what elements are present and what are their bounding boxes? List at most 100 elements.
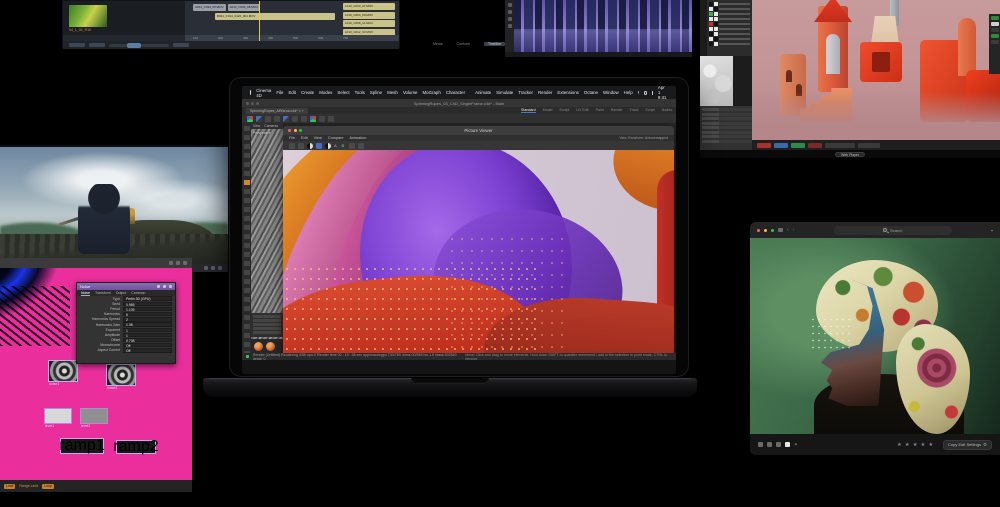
- param-row[interactable]: Seed 0.965: [77, 301, 175, 306]
- menu-item[interactable]: File: [289, 136, 295, 140]
- viewport-menu-item[interactable]: Cameras: [264, 124, 278, 128]
- toolbar-icon[interactable]: [319, 116, 325, 122]
- minimize-button[interactable]: [764, 229, 767, 232]
- layout-tab[interactable]: Render: [611, 108, 623, 113]
- render-button-stop[interactable]: [808, 143, 822, 148]
- grid-view-icon[interactable]: [778, 228, 783, 232]
- render-frame-field[interactable]: [858, 143, 880, 148]
- dialog-close-icon[interactable]: [169, 285, 172, 288]
- folder-icon[interactable]: [289, 143, 295, 149]
- scale-tool-icon[interactable]: [256, 116, 262, 122]
- layout-tab[interactable]: Script: [645, 108, 654, 113]
- wifi-icon[interactable]: [638, 91, 639, 95]
- menu-item[interactable]: Mesh: [387, 90, 398, 95]
- layout-tab[interactable]: Model: [543, 108, 553, 113]
- menu-item[interactable]: Character: [446, 90, 465, 95]
- menu-item[interactable]: Edit: [301, 136, 308, 140]
- param-value-field[interactable]: 0.708: [123, 338, 172, 342]
- timeline-zoom-slider[interactable]: [109, 44, 169, 47]
- render-icon[interactable]: [283, 116, 289, 122]
- panel-chip[interactable]: [991, 16, 999, 20]
- param-value-field[interactable]: 1: [123, 328, 172, 332]
- tool-icon[interactable]: [508, 24, 512, 28]
- param-value-field[interactable]: 2: [123, 317, 172, 321]
- search-icon[interactable]: [644, 91, 647, 95]
- game-scene[interactable]: [0, 147, 228, 264]
- menu-item[interactable]: Animate: [475, 90, 491, 95]
- param-row[interactable]: Type Perlin 3D (GPU): [77, 296, 175, 301]
- fit-view-icon[interactable]: [316, 143, 322, 149]
- panel-chip[interactable]: [991, 40, 999, 44]
- menu-item[interactable]: Tools: [355, 90, 365, 95]
- menu-item[interactable]: Help: [624, 90, 633, 95]
- bottom-tab[interactable]: Conform: [457, 42, 470, 46]
- menu-item[interactable]: MoGraph: [422, 90, 440, 95]
- tool-icon[interactable]: [508, 3, 512, 7]
- menu-item[interactable]: Create: [301, 90, 314, 95]
- panel-chip[interactable]: [991, 22, 999, 26]
- timeline-chip[interactable]: Loop: [42, 484, 54, 489]
- picture-viewer-title-bar[interactable]: Picture Viewer: [283, 126, 674, 135]
- web-player-button[interactable]: Web Player: [835, 152, 865, 157]
- menu-item[interactable]: Extensions: [557, 90, 578, 95]
- menu-item[interactable]: Render: [538, 90, 552, 95]
- td-node-ramp[interactable]: ramp2: [116, 440, 156, 454]
- layout-tab[interactable]: Nodes: [662, 108, 672, 113]
- render-button-green[interactable]: [791, 143, 805, 148]
- close-button[interactable]: [757, 229, 760, 232]
- rotate-tool-icon[interactable]: [265, 116, 271, 122]
- view-transform-label[interactable]: View Transform: Untonemapped: [619, 136, 668, 140]
- rendered-image[interactable]: [283, 150, 674, 357]
- copy-edit-settings-button[interactable]: Copy Edit Settings ⚙: [943, 440, 992, 450]
- search-input[interactable]: Search: [834, 226, 952, 235]
- tool-icon[interactable]: [508, 10, 512, 14]
- coordinates-icon[interactable]: [310, 116, 316, 122]
- contrast-icon[interactable]: [325, 143, 331, 149]
- menu-item[interactable]: Volume: [403, 90, 418, 95]
- param-row[interactable]: Aspect Correct Off: [77, 348, 175, 353]
- param-value-field[interactable]: 6: [123, 312, 172, 316]
- render-viewport[interactable]: [752, 0, 1000, 140]
- render-button-blue[interactable]: [774, 143, 788, 148]
- material-ball[interactable]: [266, 342, 275, 351]
- menu-item[interactable]: Tracker: [518, 90, 533, 95]
- menu-item[interactable]: Window: [603, 90, 619, 95]
- panel-chip[interactable]: [991, 28, 999, 32]
- render-layers-panel[interactable]: [707, 0, 752, 56]
- toolbar-icon[interactable]: [349, 143, 355, 149]
- c4d-left-tool-column[interactable]: [242, 123, 251, 353]
- window-control-icon[interactable]: [183, 261, 187, 265]
- window-bar-icon[interactable]: [204, 266, 208, 270]
- dialog-icon[interactable]: [163, 285, 166, 288]
- td-node-level[interactable]: level2: [80, 408, 108, 424]
- render-frame-field[interactable]: [825, 143, 855, 148]
- param-row[interactable]: Offset 0.708: [77, 338, 175, 343]
- toolbar-button[interactable]: [69, 43, 85, 47]
- menu-item[interactable]: Cinema 4D: [256, 88, 271, 98]
- layout-tab[interactable]: Sculpt: [559, 108, 569, 113]
- filter-caret-icon[interactable]: ▾: [991, 228, 993, 233]
- dialog-icon[interactable]: [157, 285, 160, 288]
- dialog-tab[interactable]: Output: [116, 291, 127, 295]
- material-ball[interactable]: [254, 342, 263, 351]
- menu-item[interactable]: File: [276, 90, 283, 95]
- timeline-clip[interactable]: A012_C034_05.MOV: [193, 4, 226, 11]
- document-tab[interactable]: SpinningRopes_AllYarns.c4d* × +: [246, 108, 308, 114]
- layout-tab[interactable]: Standard: [521, 108, 536, 113]
- window-control-icon[interactable]: [176, 261, 180, 265]
- compare-view-icon[interactable]: [776, 442, 781, 447]
- dialog-title-bar[interactable]: Noise: [77, 283, 175, 290]
- td-node-ramp[interactable]: ramp1: [60, 438, 104, 454]
- viewport-menu-item[interactable]: View: [253, 124, 260, 128]
- tool-icon[interactable]: [508, 17, 512, 21]
- loupe-view-icon[interactable]: [767, 442, 772, 447]
- dialog-tab[interactable]: Common: [131, 291, 145, 295]
- photo-canvas[interactable]: [750, 238, 1000, 434]
- forward-arrow-icon[interactable]: ›: [793, 227, 795, 233]
- move-tool-icon[interactable]: [247, 116, 253, 122]
- window-control-icon[interactable]: [169, 261, 173, 265]
- toolbar-icon[interactable]: [274, 116, 280, 122]
- td-node-level[interactable]: level1: [44, 408, 72, 424]
- menu-item[interactable]: Animation: [349, 136, 366, 140]
- detail-view-icon[interactable]: [785, 442, 790, 447]
